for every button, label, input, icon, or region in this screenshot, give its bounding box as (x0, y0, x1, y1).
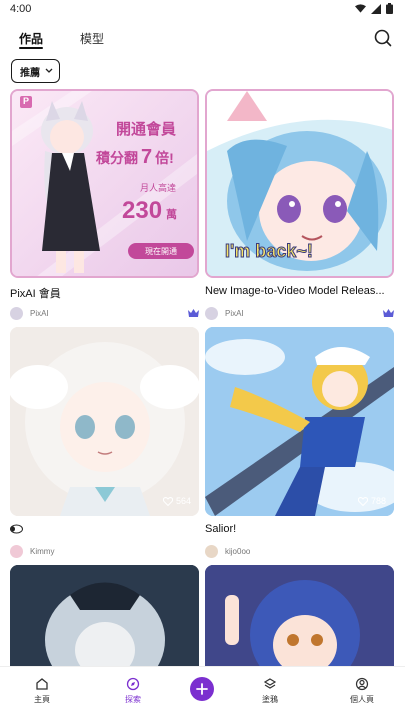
compass-icon (126, 677, 140, 691)
status-bar: 4:00 (0, 0, 405, 18)
avatar (10, 544, 23, 558)
card-thumbnail[interactable] (10, 565, 199, 666)
card-thumbnail[interactable]: 564 (10, 327, 199, 516)
artwork-image (10, 327, 199, 516)
signal-icon (371, 3, 381, 14)
crown-icon (188, 309, 199, 317)
card-author[interactable]: Kimmy (10, 544, 199, 558)
like-count-value: 564 (175, 496, 191, 506)
sort-selected-label: 推薦 (20, 67, 40, 79)
sort-dropdown[interactable]: 推薦 (11, 59, 60, 83)
status-time: 4:00 (10, 3, 32, 15)
card-author[interactable]: PixAI (10, 306, 199, 320)
avatar (205, 544, 218, 558)
nav-profile-label: 個人頁 (350, 695, 374, 704)
promo-line2-text: 積分翻 (96, 150, 138, 166)
card-thumbnail[interactable]: 788 (205, 327, 394, 516)
home-icon (36, 678, 48, 690)
layers-icon (263, 678, 277, 689)
promo-badge: P (23, 96, 30, 106)
promo-multiplier: 7 (141, 146, 153, 168)
nav-home-label: 主頁 (34, 695, 50, 704)
avatar (10, 306, 23, 320)
nav-doodle[interactable]: 塗鴉 (240, 677, 300, 705)
nav-explore-label: 探索 (125, 695, 141, 704)
author-name: PixAI (30, 308, 49, 318)
artwork-image (10, 565, 199, 666)
tab-works[interactable]: 作品 (19, 30, 43, 47)
sheep-emoji-icon (10, 524, 23, 534)
card-title: ​ (10, 523, 199, 535)
create-button[interactable] (190, 677, 214, 701)
nav-explore[interactable]: 探索 (103, 677, 163, 705)
tab-models[interactable]: 模型 (80, 30, 104, 47)
author-name: kijo0oo (225, 546, 251, 556)
promo-number: 230 (122, 197, 163, 224)
like-count[interactable]: 788 (357, 496, 386, 506)
promo-unit: 萬 (166, 209, 178, 221)
card-author[interactable]: kijo0oo (205, 544, 394, 558)
author-name: Kimmy (30, 546, 55, 556)
plus-icon (196, 683, 208, 695)
like-count[interactable]: 564 (162, 496, 191, 506)
battery-icon (386, 3, 393, 14)
card-title: New Image-to-Video Model Releas... (205, 285, 385, 297)
promo-line2: 積分翻 7 倍! (96, 146, 174, 169)
card-author[interactable]: PixAI (205, 306, 394, 320)
profile-icon (355, 677, 369, 691)
promo-cta-button[interactable]: 現在開通 (128, 243, 194, 259)
card-title: Salior! (205, 523, 237, 535)
artwork-card[interactable] (10, 565, 199, 666)
author-name: PixAI (225, 308, 244, 318)
promo-number-row: 230 萬 (122, 197, 177, 225)
chevron-down-icon (45, 68, 53, 73)
artwork-card[interactable]: 564 ​ Kimmy (10, 327, 199, 559)
artwork-image (205, 327, 394, 516)
card-thumbnail[interactable]: P 開通會員 積分翻 7 倍! 月人高達 230 萬 現在開通 (10, 89, 199, 278)
nav-profile[interactable]: 個人頁 (332, 677, 392, 705)
bottom-nav: 主頁 探索 塗鴉 個人頁 (0, 666, 405, 720)
artwork-card[interactable]: I'm back~! New Image-to-Video Model Rele… (205, 89, 394, 321)
promo-sub: 月人高達 (140, 183, 177, 193)
heart-icon (357, 496, 368, 506)
artwork-card[interactable] (205, 565, 394, 666)
card-thumbnail[interactable] (205, 565, 394, 666)
wifi-icon (355, 3, 366, 13)
search-icon[interactable] (373, 28, 393, 48)
heart-icon (162, 496, 173, 506)
nav-home[interactable]: 主頁 (12, 677, 72, 705)
artwork-overlay-text: I'm back~! (225, 241, 314, 262)
like-count-value: 788 (370, 496, 386, 506)
active-tab-indicator (19, 47, 43, 49)
artwork-card[interactable]: P 開通會員 積分翻 7 倍! 月人高達 230 萬 現在開通 PixAI 會員… (10, 89, 199, 321)
promo-suffix: 倍! (155, 150, 174, 166)
card-title: PixAI 會員 (10, 288, 61, 300)
crown-icon (383, 309, 394, 317)
promo-cta-label: 現在開通 (145, 246, 177, 256)
nav-doodle-label: 塗鴉 (262, 695, 278, 704)
artwork-image (205, 565, 394, 666)
avatar (205, 306, 218, 320)
top-tabs: 作品 模型 (0, 26, 405, 56)
promo-headline: 開通會員 (116, 121, 177, 138)
card-thumbnail[interactable]: I'm back~! (205, 89, 394, 278)
status-icons (355, 3, 393, 14)
artwork-card[interactable]: 788 Salior! kijo0oo (205, 327, 394, 559)
